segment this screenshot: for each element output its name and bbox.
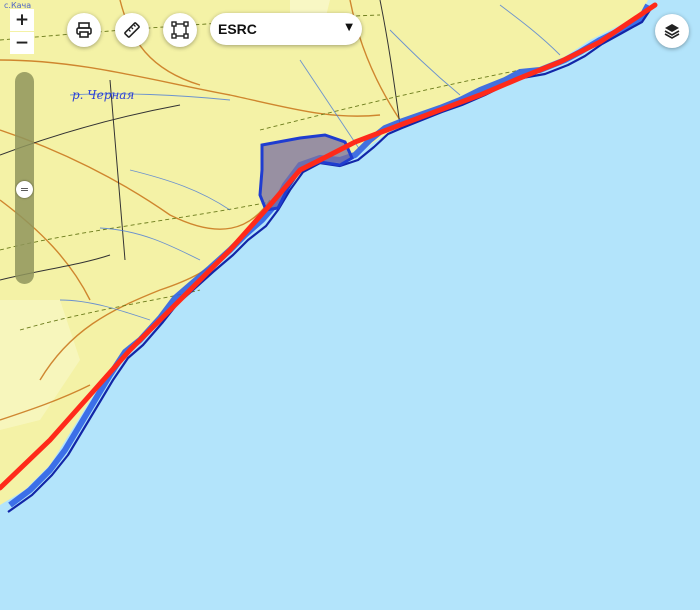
river-label: р. Черная [72,88,135,102]
layers-icon [664,24,680,39]
chevron-down-icon: ▼ [345,22,353,33]
layers-button[interactable] [655,14,689,48]
zoom-out-button[interactable]: − [10,32,34,54]
ruler-icon [124,22,140,38]
zoom-slider-track[interactable] [15,72,34,284]
zoom-slider-handle[interactable]: = [16,181,33,198]
layer-select[interactable]: ESRC ▼ [210,13,362,45]
layer-select-value: ESRC [218,21,257,37]
map-view[interactable]: с.Кача р. Черная [0,0,700,610]
print-icon [76,22,92,38]
draw-icon [171,21,189,39]
draw-button[interactable] [163,13,197,47]
zoom-in-button[interactable]: + [10,9,34,31]
print-button[interactable] [67,13,101,47]
measure-button[interactable] [115,13,149,47]
